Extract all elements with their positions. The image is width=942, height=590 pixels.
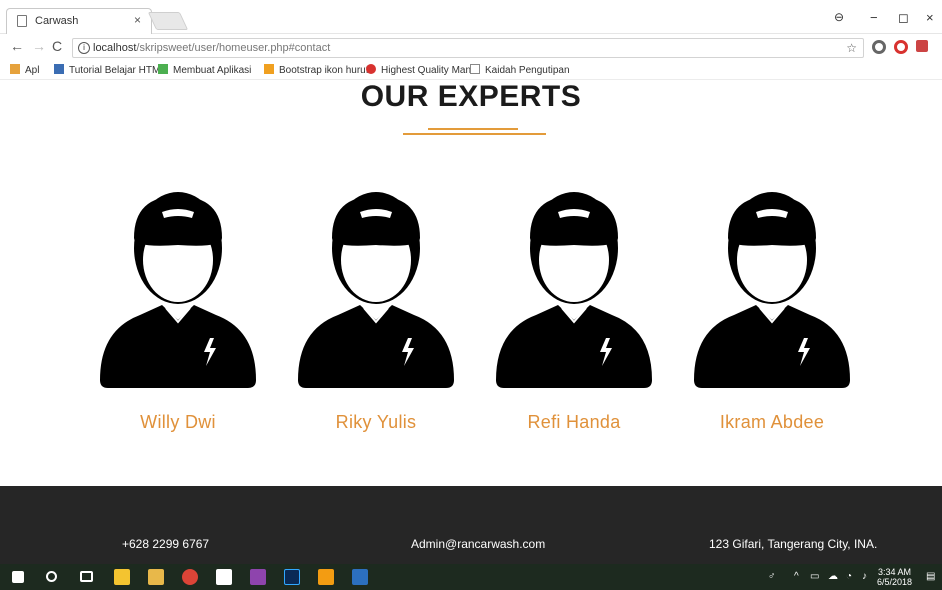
url-host: localhost bbox=[93, 42, 137, 54]
bookmarks-bar: Apl Tutorial Belajar HTM Membuat Aplikas… bbox=[0, 60, 942, 80]
url-bar[interactable]: i localhost/skripsweet/user/homeuser.php… bbox=[72, 38, 864, 58]
wifi-icon[interactable]: ◔ bbox=[846, 571, 852, 582]
heading-underline-short bbox=[428, 128, 518, 130]
chrome-icon[interactable] bbox=[182, 569, 198, 585]
app-icon bbox=[158, 64, 168, 74]
mechanic-avatar-icon bbox=[298, 192, 454, 388]
file-explorer-icon[interactable] bbox=[148, 569, 164, 585]
expert-card: Riky Yulis bbox=[286, 190, 466, 440]
back-arrow-icon[interactable]: ← bbox=[10, 38, 24, 54]
page-icon bbox=[17, 15, 27, 27]
bootstrap-icon bbox=[264, 64, 274, 74]
photoshop-icon[interactable] bbox=[284, 569, 300, 585]
bookmark-item[interactable]: Membuat Aplikasi bbox=[158, 64, 251, 76]
expert-card: Ikram Abdee bbox=[682, 190, 862, 440]
opera-icon[interactable] bbox=[894, 40, 908, 54]
app-grid-icon[interactable] bbox=[250, 569, 266, 585]
close-tab-icon[interactable]: × bbox=[134, 13, 141, 27]
expert-name: Willy Dwi bbox=[140, 412, 216, 432]
new-tab-button[interactable] bbox=[147, 12, 189, 30]
clock[interactable]: 3:34 AM 6/5/2018 bbox=[877, 567, 912, 587]
heading-underline-long bbox=[403, 133, 546, 135]
store-icon[interactable] bbox=[114, 569, 130, 585]
di-icon bbox=[54, 64, 64, 74]
clock-date: 6/5/2018 bbox=[876, 577, 912, 587]
expert-card: Refi Handa bbox=[484, 190, 664, 440]
forward-arrow-icon[interactable]: → bbox=[32, 38, 46, 54]
minimize-button[interactable]: − bbox=[870, 10, 878, 25]
volume-icon[interactable]: ♪ bbox=[862, 571, 867, 582]
network-icon[interactable]: ▭ bbox=[810, 571, 819, 582]
experts-section: OUR EXPERTS Willy Dwi Riky Yulis Refi Ha… bbox=[0, 80, 942, 486]
footer-email[interactable]: Admin@rancarwash.com bbox=[411, 537, 545, 551]
task-view-icon[interactable] bbox=[80, 571, 93, 582]
windows-start-icon[interactable] bbox=[12, 571, 24, 583]
search-icon[interactable] bbox=[46, 571, 57, 582]
address-row: ← → C i localhost/skripsweet/user/homeus… bbox=[0, 34, 942, 60]
sublime-text-icon[interactable] bbox=[318, 569, 334, 585]
url-path: /skripsweet/user/homeuser.php#contact bbox=[136, 42, 331, 54]
bookmark-item[interactable]: Tutorial Belajar HTM bbox=[54, 64, 160, 76]
footer: +628 2299 6767 Admin@rancarwash.com 123 … bbox=[0, 486, 942, 564]
footer-phone: +628 2299 6767 bbox=[122, 537, 210, 551]
clock-time: 3:34 AM bbox=[877, 567, 911, 577]
browser-tab[interactable]: Carwash × bbox=[6, 8, 152, 34]
section-heading: OUR EXPERTS bbox=[360, 80, 582, 113]
mail-icon[interactable] bbox=[216, 569, 232, 585]
mechanic-avatar-icon bbox=[496, 192, 652, 388]
footer-address: 123 Gifari, Tangerang City, INA. bbox=[709, 537, 878, 551]
pdf-extension-icon[interactable] bbox=[916, 40, 928, 52]
info-icon[interactable]: i bbox=[78, 42, 90, 54]
maximize-button[interactable]: ◻ bbox=[898, 10, 909, 26]
quality-icon bbox=[366, 64, 376, 74]
tab-title: Carwash bbox=[35, 15, 79, 27]
taskbar: ♂ ^ ▭ ☁ ◔ ♪ 3:34 AM 6/5/2018 ▤ bbox=[0, 564, 942, 590]
page-icon bbox=[470, 64, 480, 74]
bookmark-item[interactable]: Highest Quality Man bbox=[366, 64, 471, 76]
bookmark-item[interactable]: Apl bbox=[10, 64, 39, 76]
chevron-up-icon[interactable]: ^ bbox=[794, 571, 799, 582]
expert-name: Riky Yulis bbox=[335, 412, 417, 432]
close-window-button[interactable]: × bbox=[926, 10, 934, 25]
people-icon[interactable]: ♂ bbox=[768, 571, 776, 582]
extension-ring-icon[interactable] bbox=[872, 40, 886, 54]
bookmark-star-icon[interactable]: ☆ bbox=[846, 39, 857, 57]
mechanic-avatar-icon bbox=[100, 192, 256, 388]
expert-name: Ikram Abdee bbox=[719, 412, 825, 432]
reload-icon[interactable]: C bbox=[52, 38, 62, 54]
mechanic-avatar-icon bbox=[694, 192, 850, 388]
expert-name: Refi Handa bbox=[527, 412, 621, 432]
browser-tab-bar: Carwash × ⊖ − ◻ × bbox=[0, 0, 942, 34]
bookmark-item[interactable]: Bootstrap ikon huruf bbox=[264, 64, 369, 76]
document-icon[interactable] bbox=[352, 569, 368, 585]
cloud-icon[interactable]: ☁ bbox=[828, 571, 838, 582]
expert-card: Willy Dwi bbox=[88, 190, 268, 440]
notifications-icon[interactable]: ▤ bbox=[926, 571, 935, 582]
profile-icon[interactable]: ⊖ bbox=[834, 10, 844, 24]
apps-grid-icon bbox=[10, 64, 20, 74]
bookmark-item[interactable]: Kaidah Pengutipan bbox=[470, 64, 570, 76]
